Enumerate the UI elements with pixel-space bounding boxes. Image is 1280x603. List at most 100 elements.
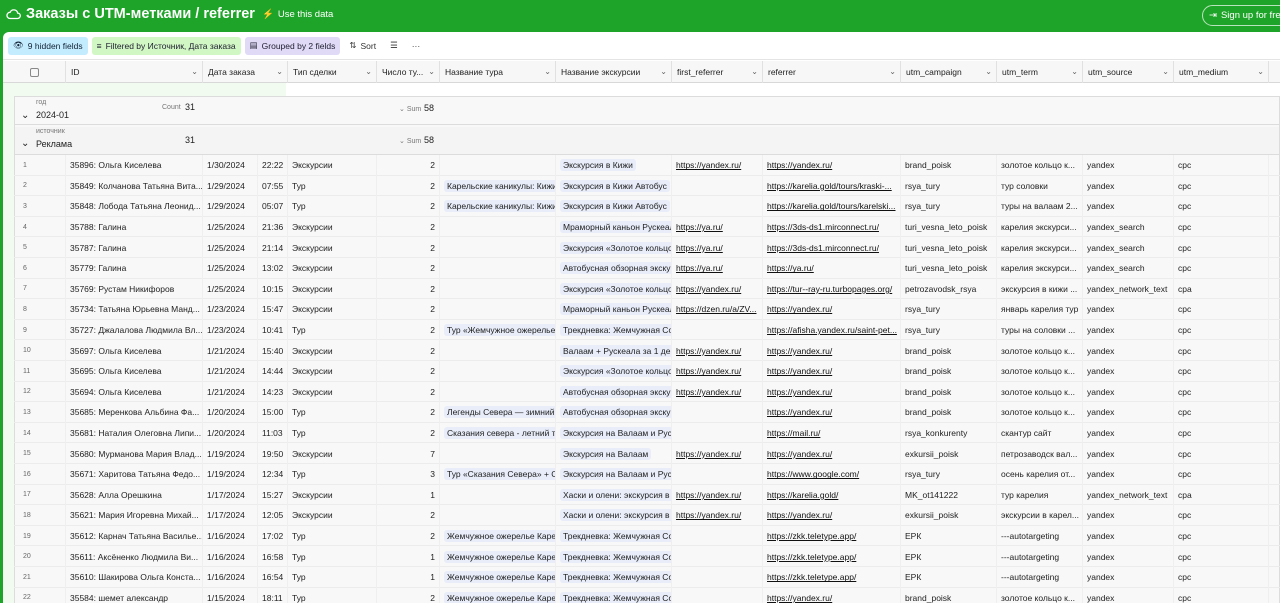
- cell-utm-source[interactable]: yandex: [1083, 319, 1174, 341]
- signup-button[interactable]: ⇥ Sign up for free: [1202, 5, 1280, 26]
- table-row[interactable]: 22 35584: шемет александр 1/15/2024 18:11 Ту…: [14, 587, 1280, 603]
- cell-referrer-value[interactable]: https://3ds-ds1.mirconnect.ru/: [767, 222, 879, 232]
- cell-excursion[interactable]: Экскурсия на Валаам и Руск: [556, 464, 672, 485]
- cell-utm-campaign[interactable]: rsya_tury: [901, 196, 997, 217]
- cell-date[interactable]: 1/15/2024: [203, 587, 258, 603]
- cell-utm-term[interactable]: январь карелия тур: [997, 299, 1083, 320]
- cell-excursion[interactable]: Экскурсия «Золотое кольцо: [556, 278, 672, 300]
- cell-tour[interactable]: Карельские каникулы: Кижи: [440, 196, 556, 217]
- cell-referrer[interactable]: https://zkk.teletype.app/: [763, 546, 901, 567]
- cell-type[interactable]: Экскурсии: [288, 155, 377, 176]
- cell-time[interactable]: 11:03: [258, 422, 288, 444]
- cell-first-referrer[interactable]: https://ya.ru/: [672, 237, 763, 258]
- row-height-button[interactable]: ☰: [385, 37, 403, 55]
- cell-excursion[interactable]: Трекдневка: Жемчужная Со: [556, 319, 672, 341]
- row-number[interactable]: 6: [14, 258, 66, 279]
- cell-date[interactable]: 1/16/2024: [203, 567, 258, 588]
- cell-date[interactable]: 1/19/2024: [203, 464, 258, 485]
- cell-utm-campaign[interactable]: brand_poisk: [901, 340, 997, 361]
- cell-tour[interactable]: Карельские каникулы: Кижи: [440, 175, 556, 197]
- cell-first-referrer[interactable]: https://ya.ru/: [672, 258, 763, 279]
- cell-type[interactable]: Тур: [288, 546, 377, 567]
- cell-first-referrer-value[interactable]: https://ya.ru/: [676, 263, 723, 273]
- cell-type[interactable]: Экскурсии: [288, 484, 377, 506]
- cell-type[interactable]: Тур: [288, 402, 377, 423]
- cell-referrer[interactable]: https://yandex.ru/: [763, 155, 901, 176]
- table-row[interactable]: 2 35849: Колчанова Татьяна Вита... 1/29/20…: [14, 175, 1280, 197]
- cell-date[interactable]: 1/25/2024: [203, 258, 258, 279]
- cell-referrer[interactable]: https://yandex.ru/: [763, 340, 901, 361]
- cell-utm-campaign[interactable]: brand_poisk: [901, 155, 997, 176]
- cell-excursion[interactable]: Автобусная обзорная экску: [556, 402, 672, 423]
- cell-first-referrer[interactable]: [672, 587, 763, 603]
- table-row[interactable]: 10 35697: Ольга Киселева 1/21/2024 15:40 Экс…: [14, 340, 1280, 361]
- column-header-utm-campaign[interactable]: utm_campaign ⌄: [901, 61, 997, 83]
- table-row[interactable]: 4 35788: Галина 1/25/2024 21:36 Экскурсии 2 Мр…: [14, 216, 1280, 238]
- cell-type[interactable]: Тур: [288, 319, 377, 341]
- cell-utm-source[interactable]: yandex_search: [1083, 216, 1174, 238]
- cell-first-referrer[interactable]: [672, 319, 763, 341]
- cell-id[interactable]: 35628: Алла Орешкина: [66, 484, 203, 506]
- cell-tour[interactable]: [440, 443, 556, 464]
- cell-id[interactable]: 35848: Лобода Татьяна Леонид...: [66, 196, 203, 217]
- cell-utm-campaign[interactable]: ЕРК: [901, 546, 997, 567]
- cell-referrer-value[interactable]: https://yandex.ru/: [767, 593, 832, 603]
- cell-tour[interactable]: [440, 155, 556, 176]
- cell-utm-campaign[interactable]: rsya_konkurenty: [901, 422, 997, 444]
- cell-type[interactable]: Экскурсии: [288, 216, 377, 238]
- cell-first-referrer-value[interactable]: https://yandex.ru/: [676, 366, 741, 376]
- group-button[interactable]: ▤ Grouped by 2 fields: [244, 36, 341, 55]
- cell-tour[interactable]: [440, 484, 556, 506]
- cell-id[interactable]: 35610: Шакирова Ольга Конста...: [66, 567, 203, 588]
- cell-utm-medium[interactable]: cpc: [1174, 237, 1269, 258]
- cell-utm-source[interactable]: yandex: [1083, 196, 1174, 217]
- cell-type[interactable]: Тур: [288, 567, 377, 588]
- table-row[interactable]: 16 35671: Харитова Татьяна Федо... 1/19/20…: [14, 464, 1280, 485]
- cell-type[interactable]: Тур: [288, 464, 377, 485]
- cell-referrer-value[interactable]: https://zkk.teletype.app/: [767, 572, 856, 582]
- cell-referrer-value[interactable]: https://afisha.yandex.ru/saint-pet...: [767, 325, 897, 335]
- row-number[interactable]: 14: [14, 422, 66, 444]
- cell-referrer[interactable]: https://zkk.teletype.app/: [763, 567, 901, 588]
- cell-id[interactable]: 35621: Мария Игоревна Михай...: [66, 505, 203, 526]
- cell-first-referrer-value[interactable]: https://yandex.ru/: [676, 160, 741, 170]
- cell-date[interactable]: 1/29/2024: [203, 175, 258, 197]
- row-number[interactable]: 19: [14, 525, 66, 547]
- cell-tour[interactable]: [440, 505, 556, 526]
- cell-utm-medium[interactable]: cpc: [1174, 361, 1269, 382]
- cell-id[interactable]: 35612: Карнач Татьяна Василье...: [66, 525, 203, 547]
- cell-id[interactable]: 35788: Галина: [66, 216, 203, 238]
- cell-excursion[interactable]: Мраморный каньон Рускеал: [556, 216, 672, 238]
- cell-time[interactable]: 05:07: [258, 196, 288, 217]
- cell-quantity[interactable]: 7: [377, 443, 440, 464]
- cell-referrer[interactable]: https://www.google.com/: [763, 464, 901, 485]
- cell-date[interactable]: 1/23/2024: [203, 319, 258, 341]
- cell-quantity[interactable]: 2: [377, 278, 440, 300]
- cell-referrer-value[interactable]: https://yandex.ru/: [767, 366, 832, 376]
- row-number[interactable]: 7: [14, 278, 66, 300]
- cell-referrer[interactable]: https://yandex.ru/: [763, 587, 901, 603]
- cell-type[interactable]: Тур: [288, 587, 377, 603]
- cell-tour[interactable]: Жемчужное ожерелье Каре: [440, 546, 556, 567]
- cell-time[interactable]: 16:58: [258, 546, 288, 567]
- use-data-button[interactable]: ⚡ Use this data: [262, 9, 333, 20]
- cell-id[interactable]: 35584: шемет александр: [66, 587, 203, 603]
- table-row[interactable]: 14 35681: Наталия Олеговна Липи... 1/20/20…: [14, 422, 1280, 444]
- cell-id[interactable]: 35769: Рустам Никифоров: [66, 278, 203, 300]
- cell-time[interactable]: 21:36: [258, 216, 288, 238]
- cell-id[interactable]: 35787: Галина: [66, 237, 203, 258]
- cell-utm-campaign[interactable]: brand_poisk: [901, 587, 997, 603]
- cell-referrer[interactable]: https://yandex.ru/: [763, 361, 901, 382]
- cell-time[interactable]: 21:14: [258, 237, 288, 258]
- cell-referrer[interactable]: https://3ds-ds1.mirconnect.ru/: [763, 216, 901, 238]
- cell-date[interactable]: 1/25/2024: [203, 278, 258, 300]
- cell-utm-campaign[interactable]: brand_poisk: [901, 402, 997, 423]
- cell-first-referrer-value[interactable]: https://ya.ru/: [676, 222, 723, 232]
- cell-referrer-value[interactable]: https://yandex.ru/: [767, 449, 832, 459]
- cell-tour[interactable]: Жемчужное ожерелье Каре: [440, 525, 556, 547]
- group-year-header[interactable]: ⌄ год 2024-01 Count 31 ⌄ Sum 58: [15, 97, 1279, 125]
- cell-referrer[interactable]: https://karelia.gold/: [763, 484, 901, 506]
- row-number[interactable]: 4: [14, 216, 66, 238]
- cell-quantity[interactable]: 2: [377, 299, 440, 320]
- table-row[interactable]: 11 35695: Ольга Киселева 1/21/2024 14:44 Экс…: [14, 361, 1280, 382]
